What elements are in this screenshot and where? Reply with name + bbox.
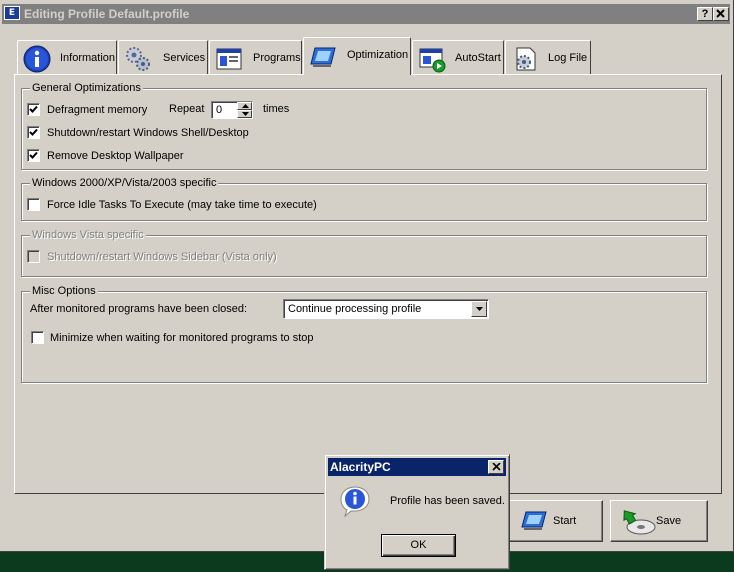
tab-label: Log File bbox=[548, 52, 588, 64]
save-icon bbox=[623, 510, 656, 535]
title-bar[interactable]: E Editing Profile Default.profile ? bbox=[2, 4, 730, 24]
spin-up-button[interactable] bbox=[237, 102, 252, 110]
ok-label: OK bbox=[410, 539, 427, 551]
shutdown-sidebar-checkbox bbox=[27, 250, 40, 263]
save-label: Save bbox=[656, 515, 682, 527]
info-icon bbox=[23, 45, 51, 73]
info-icon bbox=[340, 486, 370, 517]
arrow-up-icon bbox=[242, 104, 249, 108]
window-title: Editing Profile Default.profile bbox=[24, 7, 190, 21]
tab-log-file[interactable]: Log File bbox=[505, 40, 591, 76]
tab-information[interactable]: Information bbox=[17, 40, 117, 76]
group-title: Windows 2000/XP/Vista/2003 specific bbox=[30, 177, 219, 189]
check-icon bbox=[29, 128, 38, 136]
dialog-title-bar[interactable]: AlacrityPC bbox=[328, 458, 506, 476]
spin-down-button[interactable] bbox=[237, 110, 252, 118]
group-title: Windows Vista specific bbox=[30, 229, 146, 241]
gears-icon bbox=[126, 47, 150, 71]
shutdown-sidebar-label: Shutdown/restart Windows Sidebar (Vista … bbox=[47, 251, 277, 263]
dialog-close-button[interactable] bbox=[488, 460, 504, 474]
dialog-message: Profile has been saved. bbox=[390, 495, 505, 507]
start-button[interactable]: Start bbox=[505, 500, 603, 542]
after-closed-label: After monitored programs have been close… bbox=[30, 303, 248, 315]
defragment-checkbox[interactable] bbox=[27, 103, 40, 116]
dropdown-button[interactable] bbox=[471, 301, 487, 317]
remove-wallpaper-checkbox[interactable] bbox=[27, 149, 40, 162]
tab-services[interactable]: Services bbox=[118, 40, 208, 76]
tab-autostart[interactable]: AutoStart bbox=[412, 40, 504, 76]
close-button[interactable] bbox=[713, 7, 729, 21]
ok-button[interactable]: OK bbox=[381, 534, 456, 557]
close-icon bbox=[716, 9, 725, 18]
tab-programs[interactable]: Programs bbox=[209, 40, 302, 76]
tab-label: Optimization bbox=[347, 49, 409, 61]
force-idle-tasks-label: Force Idle Tasks To Execute (may take ti… bbox=[47, 199, 317, 211]
tab-label: Services bbox=[163, 52, 206, 64]
optimization-icon bbox=[310, 47, 336, 67]
start-label: Start bbox=[553, 515, 577, 527]
shutdown-shell-label: Shutdown/restart Windows Shell/Desktop bbox=[47, 127, 249, 139]
check-icon bbox=[29, 105, 38, 113]
repeat-value: 0 bbox=[216, 104, 223, 116]
remove-wallpaper-label: Remove Desktop Wallpaper bbox=[47, 150, 184, 162]
defragment-label: Defragment memory bbox=[47, 104, 148, 116]
check-icon bbox=[29, 151, 38, 159]
dialog-title: AlacrityPC bbox=[330, 460, 391, 474]
shutdown-shell-checkbox[interactable] bbox=[27, 126, 40, 139]
tab-label: Information bbox=[60, 52, 116, 64]
close-icon bbox=[492, 463, 501, 471]
tab-label: Programs bbox=[253, 52, 301, 64]
autostart-icon bbox=[419, 48, 446, 73]
tab-optimization[interactable]: Optimization bbox=[303, 37, 411, 75]
minimize-waiting-checkbox[interactable] bbox=[31, 331, 44, 344]
help-button[interactable]: ? bbox=[697, 7, 713, 21]
force-idle-tasks-checkbox[interactable] bbox=[27, 198, 40, 211]
arrow-down-icon bbox=[242, 112, 249, 116]
optimization-icon bbox=[521, 511, 547, 530]
minimize-waiting-label: Minimize when waiting for monitored prog… bbox=[50, 332, 314, 344]
repeat-stepper[interactable]: 0 bbox=[211, 101, 253, 119]
group-title: General Optimizations bbox=[30, 82, 143, 94]
after-closed-dropdown[interactable]: Continue processing profile bbox=[283, 299, 489, 319]
tab-label: AutoStart bbox=[455, 52, 501, 64]
repeat-label: Repeat bbox=[169, 103, 205, 115]
group-title: Misc Options bbox=[30, 285, 98, 297]
log-file-icon bbox=[516, 47, 536, 71]
dropdown-value: Continue processing profile bbox=[288, 303, 422, 315]
chevron-down-icon bbox=[476, 307, 483, 311]
save-button[interactable]: Save bbox=[610, 500, 708, 542]
app-icon: E bbox=[4, 6, 20, 20]
window-icon bbox=[216, 48, 242, 70]
message-dialog: AlacrityPC Profile has been saved. OK bbox=[324, 454, 510, 570]
times-label: times bbox=[263, 103, 290, 115]
